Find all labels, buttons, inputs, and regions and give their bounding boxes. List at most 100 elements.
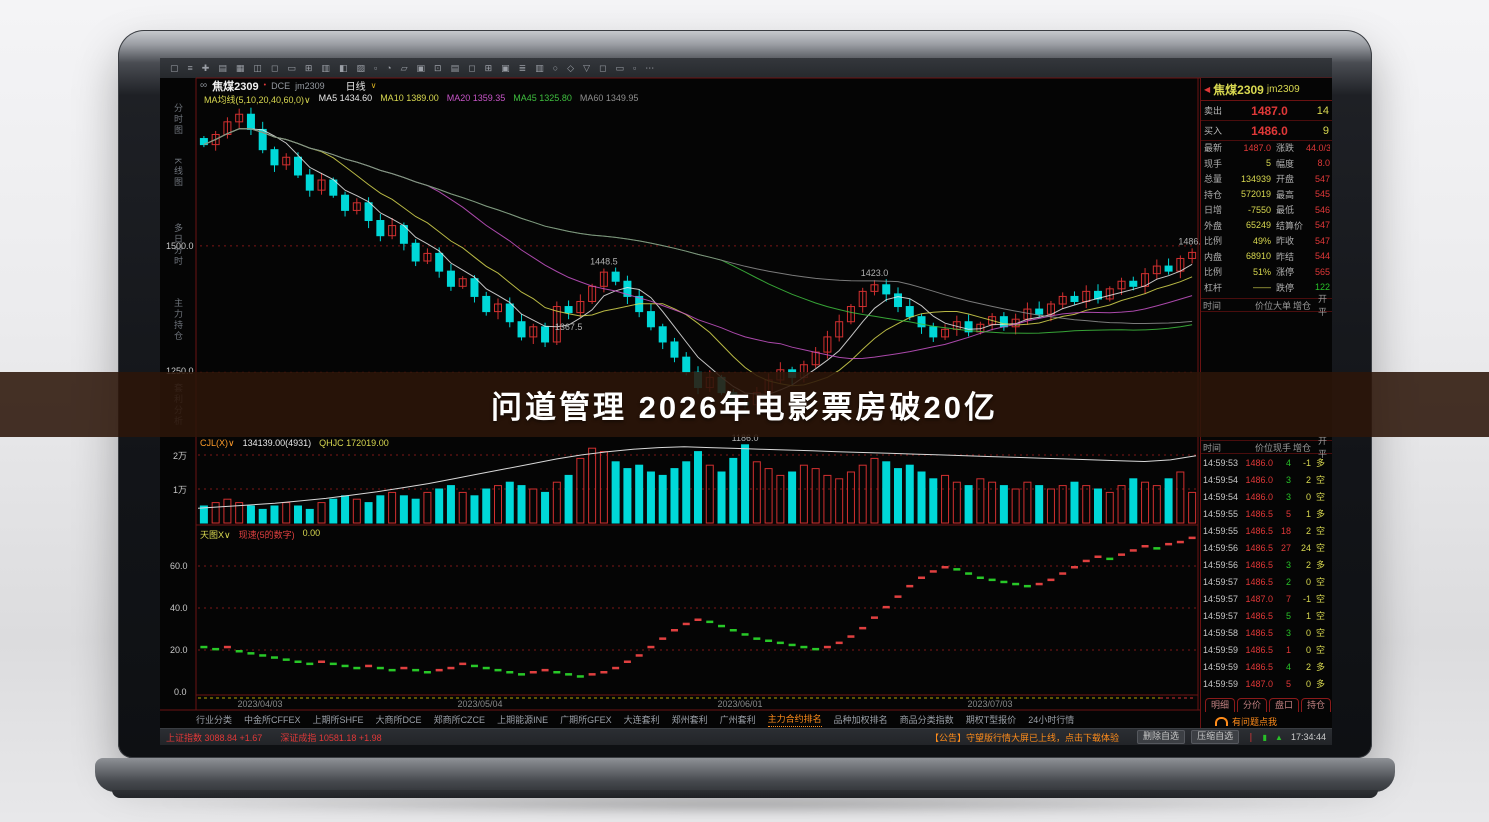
- market-tab[interactable]: 行业分类: [196, 713, 232, 726]
- announcement-text[interactable]: 【公告】守望版行情大屏已上线，点击下载体验: [930, 731, 1119, 744]
- signal-icon: ▲: [1275, 733, 1283, 742]
- stat-value: 546: [1306, 205, 1330, 215]
- svg-text:1448.5: 1448.5: [590, 257, 618, 267]
- stat-value: 122: [1306, 282, 1330, 292]
- index-ticker: 上证指数 3088.84 +1.67深证成指 10581.18 +1.98: [166, 731, 400, 744]
- market-tab[interactable]: 品种加权排名: [834, 713, 888, 726]
- tape-row: 14:59:551486.5182空: [1201, 522, 1332, 539]
- market-tab[interactable]: 24小时行情: [1028, 713, 1074, 726]
- quote-stat-row: 日增-7550最低546: [1201, 202, 1332, 218]
- trade-oi-change: 2: [1291, 662, 1311, 672]
- tape-row: 14:59:561486.52724空: [1201, 539, 1332, 556]
- ma-value-0: MA5 1434.60: [319, 93, 373, 106]
- quote-tab[interactable]: 持仓: [1301, 698, 1331, 712]
- laptop-shadow: [140, 794, 1350, 814]
- trade-price: 1486.5: [1241, 645, 1273, 655]
- market-tab[interactable]: 主力合约排名: [768, 712, 822, 727]
- trade-oi-change: 0: [1291, 645, 1311, 655]
- trade-price: 1486.0: [1241, 475, 1273, 485]
- ma-legend: MA均线(5,10,20,40,60,0)∨MA5 1434.60MA10 13…: [204, 93, 638, 106]
- stat-label: 昨结: [1276, 250, 1306, 263]
- status-bar: 上证指数 3088.84 +1.67深证成指 10581.18 +1.98 【公…: [160, 728, 1332, 745]
- trade-oi-change: 24: [1291, 543, 1311, 553]
- ask-row[interactable]: 卖出 1487.0 14: [1201, 101, 1332, 121]
- chevron-down-icon[interactable]: ∨: [371, 81, 377, 90]
- stat-value: 547: [1306, 174, 1330, 184]
- trade-qty: 3: [1273, 492, 1291, 502]
- stat-label: 最低: [1276, 203, 1306, 216]
- status-button[interactable]: 删除自选: [1137, 730, 1185, 744]
- stat-value: 51%: [1231, 267, 1276, 277]
- market-tab[interactable]: 商品分类指数: [900, 713, 954, 726]
- trade-qty: 4: [1273, 458, 1291, 468]
- trade-oi-change: 0: [1291, 577, 1311, 587]
- trade-qty: 5: [1273, 679, 1291, 689]
- market-tab[interactable]: 中金所CFFEX: [244, 713, 301, 726]
- market-tab[interactable]: 郑州套利: [672, 713, 708, 726]
- period-selector[interactable]: 日线: [346, 78, 366, 93]
- index-quote: 上证指数 3088.84 +1.67: [166, 731, 262, 744]
- stat-value: 572019: [1231, 189, 1276, 199]
- trade-direction: 多: [1311, 558, 1325, 571]
- market-tab[interactable]: 大连套利: [624, 713, 660, 726]
- trade-direction: 多: [1311, 677, 1325, 690]
- subLabel-part-0: 天图X∨: [200, 528, 231, 541]
- quote-tab[interactable]: 分价: [1237, 698, 1267, 712]
- trade-direction: 空: [1311, 541, 1325, 554]
- sidebar-item-3[interactable]: 主力持仓: [172, 298, 185, 342]
- stat-value: 547: [1306, 220, 1330, 230]
- status-button[interactable]: 压缩自选: [1191, 730, 1239, 744]
- market-tab[interactable]: 期权T型报价: [966, 713, 1017, 726]
- trade-price: 1486.5: [1241, 560, 1273, 570]
- ma-lines: [204, 129, 1192, 395]
- trade-qty: 3: [1273, 560, 1291, 570]
- tape-row: 14:59:541486.030空: [1201, 488, 1332, 505]
- stat-label: 幅度: [1276, 157, 1306, 170]
- vol-tick-1w: 1万: [173, 483, 187, 496]
- market-tab[interactable]: 广州套利: [720, 713, 756, 726]
- trade-oi-change: -1: [1291, 594, 1311, 604]
- column-header: 现手: [1273, 441, 1291, 454]
- market-tab[interactable]: 上期能源INE: [497, 713, 548, 726]
- stat-value: 565: [1306, 267, 1330, 277]
- stat-value: 134939: [1231, 174, 1276, 184]
- stat-label: 比例: [1204, 265, 1231, 278]
- quote-tab[interactable]: 明细: [1205, 698, 1235, 712]
- market-tab[interactable]: 广期所GFEX: [560, 713, 612, 726]
- quote-tab[interactable]: 盘口: [1269, 698, 1299, 712]
- help-link[interactable]: 有问题点我: [1201, 714, 1332, 728]
- trade-time: 14:59:58: [1203, 628, 1241, 638]
- market-tab[interactable]: 郑商所CZCE: [434, 713, 486, 726]
- trade-direction: 空: [1311, 643, 1325, 656]
- quote-stats: 最新1487.0涨跌44.0/3.0现手5幅度8.0总量134939开盘547持…: [1201, 140, 1332, 295]
- market-tab[interactable]: 大商所DCE: [376, 713, 422, 726]
- clock: 17:34:44: [1291, 732, 1326, 742]
- marker-icon: ◀: [1204, 85, 1210, 94]
- contract-name[interactable]: 焦煤2309: [212, 78, 258, 94]
- trade-time: 14:59:59: [1203, 679, 1241, 689]
- banner-text: 问道管理 2026年电影票房破20亿: [491, 382, 998, 427]
- trade-time: 14:59:59: [1203, 662, 1241, 672]
- trade-oi-change: -1: [1291, 458, 1311, 468]
- sidebar-item-1[interactable]: K线图: [172, 158, 185, 188]
- trade-price: 1486.5: [1241, 662, 1273, 672]
- link-icon[interactable]: ∞: [200, 80, 207, 91]
- quote-header: ◀ 焦煤2309 jm2309: [1201, 78, 1332, 101]
- svg-text:1367.5: 1367.5: [555, 322, 583, 332]
- trade-time: 14:59:57: [1203, 594, 1241, 604]
- trade-time: 14:59:56: [1203, 543, 1241, 553]
- subLabel-part-2: 0.00: [303, 528, 321, 541]
- trade-direction: 空: [1311, 626, 1325, 639]
- trade-qty: 3: [1273, 475, 1291, 485]
- bid-row[interactable]: 买入 1486.0 9: [1201, 121, 1332, 141]
- stat-value: 5: [1231, 158, 1276, 168]
- market-tab[interactable]: 上期所SHFE: [313, 713, 364, 726]
- ask-price: 1487.0: [1232, 104, 1307, 118]
- trade-qty: 18: [1273, 526, 1291, 536]
- tape-row: 14:59:561486.532多: [1201, 556, 1332, 573]
- sidebar-item-0[interactable]: 分时图: [172, 103, 185, 136]
- sub-tick-20: 20.0: [170, 645, 188, 655]
- trade-direction: 多: [1311, 660, 1325, 673]
- stat-label: 涨跌: [1276, 141, 1306, 154]
- tape-row: 14:59:541486.032空: [1201, 471, 1332, 488]
